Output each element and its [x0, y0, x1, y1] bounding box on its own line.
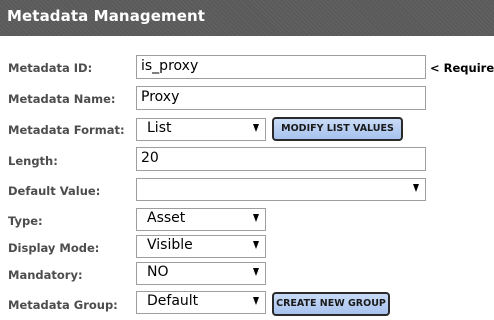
metadata-id-label: Metadata ID:: [8, 61, 93, 75]
length-label: Length:: [8, 154, 58, 168]
create-new-group-button[interactable]: CREATE NEW GROUP: [272, 292, 390, 316]
metadata-format-selected: List: [147, 120, 172, 136]
default-value-label: Default Value:: [8, 184, 101, 198]
chevron-down-icon: [253, 124, 259, 132]
metadata-format-label: Metadata Format:: [8, 123, 125, 137]
metadata-format-select[interactable]: List: [136, 118, 266, 141]
page-title: Metadata Management: [7, 7, 206, 25]
metadata-management-page: Metadata Management Metadata ID: is_prox…: [0, 0, 494, 320]
chevron-down-icon: [253, 297, 259, 305]
type-label: Type:: [8, 214, 43, 228]
display-mode-label: Display Mode:: [8, 241, 100, 255]
mandatory-select[interactable]: NO: [136, 262, 266, 285]
metadata-id-input[interactable]: is_proxy: [136, 55, 426, 79]
metadata-name-input[interactable]: Proxy: [136, 86, 426, 110]
metadata-name-label: Metadata Name:: [8, 92, 116, 106]
display-mode-selected: Visible: [147, 237, 193, 253]
metadata-group-selected: Default: [147, 293, 199, 309]
chevron-down-icon: [413, 184, 419, 192]
chevron-down-icon: [253, 214, 259, 222]
default-value-select[interactable]: [136, 178, 426, 201]
metadata-group-select[interactable]: Default: [136, 291, 266, 314]
type-selected: Asset: [147, 210, 186, 226]
mandatory-label: Mandatory:: [8, 268, 83, 282]
mandatory-selected: NO: [147, 264, 169, 280]
required-note: < Required: [430, 61, 494, 75]
chevron-down-icon: [253, 241, 259, 249]
type-select[interactable]: Asset: [136, 208, 266, 231]
metadata-group-label: Metadata Group:: [8, 298, 118, 312]
length-input[interactable]: 20: [136, 147, 426, 171]
chevron-down-icon: [253, 268, 259, 276]
header-bar: Metadata Management: [0, 0, 494, 36]
modify-list-values-button[interactable]: MODIFY LIST VALUES: [272, 117, 403, 141]
display-mode-select[interactable]: Visible: [136, 235, 266, 258]
